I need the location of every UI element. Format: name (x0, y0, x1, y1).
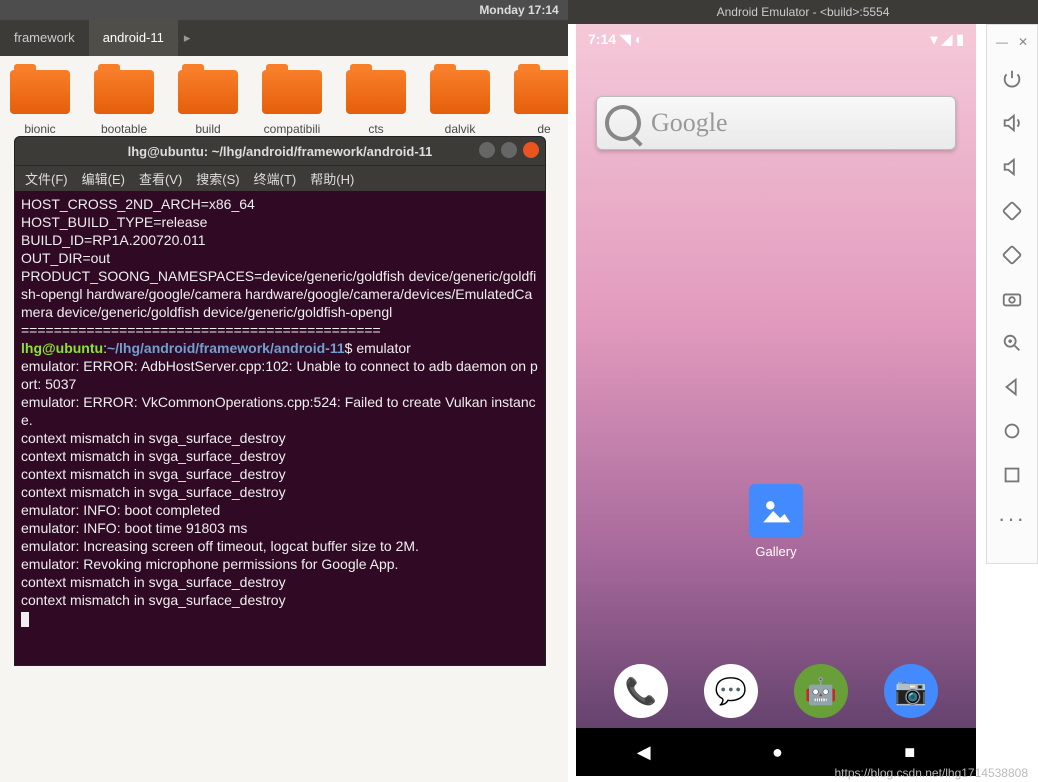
menu-view[interactable]: 查看(V) (139, 169, 182, 188)
terminal-body[interactable]: HOST_CROSS_2ND_ARCH=x86_64 HOST_BUILD_TY… (15, 191, 545, 631)
terminal-title-label: lhg@ubuntu: ~/lhg/android/framework/andr… (128, 144, 433, 159)
search-placeholder: Google (651, 108, 728, 138)
emulator-title-label: Android Emulator - <build>:5554 (717, 5, 890, 19)
terminal-output: emulator: ERROR: AdbHostServer.cpp:102: … (21, 358, 538, 608)
close-button[interactable]: ✕ (1018, 35, 1028, 49)
signal-icon: ◢ (942, 31, 953, 48)
terminal-output: HOST_CROSS_2ND_ARCH=x86_64 HOST_BUILD_TY… (21, 196, 536, 338)
home-button[interactable] (992, 411, 1032, 451)
path-tab-framework[interactable]: framework (0, 20, 89, 56)
google-search-widget[interactable]: Google (596, 96, 956, 150)
terminal-cursor (21, 612, 29, 627)
android-statusbar: 7:14 ◥ ◐ ▾ ◢ ▮ (576, 24, 976, 54)
android-dock: 📞 💬 🤖 📷 (576, 664, 976, 718)
app-label: Gallery (755, 544, 796, 559)
emulator-toolbar: — ✕ ··· (986, 24, 1038, 564)
android-home-screen[interactable]: 7:14 ◥ ◐ ▾ ◢ ▮ Google Gallery (576, 24, 976, 776)
wifi-icon: ▾ (930, 31, 937, 48)
watermark-label: https://blog.csdn.net/lhg1714538808 (835, 766, 1029, 780)
battery-icon: ▮ (956, 31, 964, 48)
folder-icon (262, 70, 322, 114)
folder-icon (430, 70, 490, 114)
menu-terminal[interactable]: 终端(T) (254, 169, 297, 188)
clock-label: Monday 17:14 (479, 3, 558, 17)
terminal-menubar: 文件(F) 编辑(E) 查看(V) 搜索(S) 终端(T) 帮助(H) (15, 165, 545, 191)
zoom-button[interactable] (992, 323, 1032, 363)
nav-recent-icon[interactable]: ■ (904, 742, 915, 763)
emulator-titlebar[interactable]: Android Emulator - <build>:5554 (568, 0, 1038, 24)
app-drawer[interactable]: 🤖 (794, 664, 848, 718)
rotate-left-button[interactable] (992, 191, 1032, 231)
folder-icon (178, 70, 238, 114)
datasaver-icon: ◐ (635, 31, 643, 47)
minimize-button[interactable]: — (996, 35, 1008, 49)
prompt-cmd: $ emulator (345, 340, 411, 356)
folder-icon (10, 70, 70, 114)
gallery-icon (749, 484, 803, 538)
prompt-path: ~/lhg/android/framework/android-11 (107, 340, 345, 356)
menu-search[interactable]: 搜索(S) (196, 169, 239, 188)
chevron-right-icon: ▸ (178, 30, 197, 46)
folder-icon (514, 70, 574, 114)
overview-button[interactable] (992, 455, 1032, 495)
prompt-user: lhg@ubuntu (21, 340, 103, 356)
emulator-screen-wrapper: 7:14 ◥ ◐ ▾ ◢ ▮ Google Gallery (576, 24, 976, 776)
back-button[interactable] (992, 367, 1032, 407)
screenshot-button[interactable] (992, 279, 1032, 319)
maximize-button[interactable] (501, 142, 517, 158)
menu-file[interactable]: 文件(F) (25, 169, 68, 188)
nav-home-icon[interactable]: ● (772, 742, 783, 763)
app-camera[interactable]: 📷 (884, 664, 938, 718)
volume-up-button[interactable] (992, 103, 1032, 143)
terminal-window[interactable]: lhg@ubuntu: ~/lhg/android/framework/andr… (14, 136, 546, 666)
nautilus-pathbar: framework android-11 ▸ (0, 20, 568, 56)
path-tab-android11[interactable]: android-11 (89, 20, 178, 56)
more-button[interactable]: ··· (992, 499, 1032, 539)
folder-icon (94, 70, 154, 114)
volume-down-button[interactable] (992, 147, 1032, 187)
minimize-button[interactable] (479, 142, 495, 158)
rotate-right-button[interactable] (992, 235, 1032, 275)
folder-icon (346, 70, 406, 114)
app-gallery[interactable]: Gallery (746, 484, 806, 559)
status-time: 7:14 (588, 31, 616, 47)
menu-edit[interactable]: 编辑(E) (82, 169, 125, 188)
menu-help[interactable]: 帮助(H) (310, 169, 354, 188)
search-icon (605, 105, 641, 141)
power-button[interactable] (992, 59, 1032, 99)
app-phone[interactable]: 📞 (614, 664, 668, 718)
wifi-debug-icon: ◥ (620, 31, 631, 48)
emulator-window: Android Emulator - <build>:5554 7:14 ◥ ◐… (568, 0, 1038, 780)
terminal-titlebar[interactable]: lhg@ubuntu: ~/lhg/android/framework/andr… (15, 137, 545, 165)
app-messages[interactable]: 💬 (704, 664, 758, 718)
nav-back-icon[interactable]: ◀ (637, 742, 651, 763)
close-button[interactable] (523, 142, 539, 158)
